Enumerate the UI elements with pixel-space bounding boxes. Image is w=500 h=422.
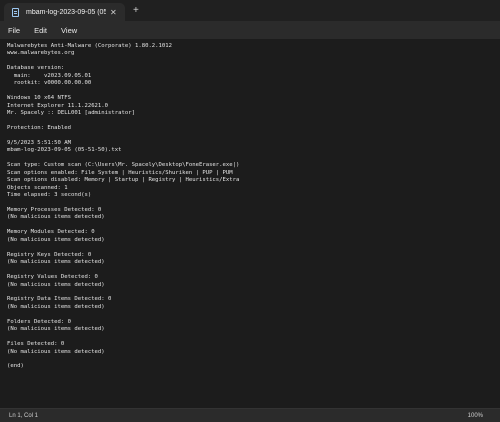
document-line: Memory Modules Detected: 0 [7, 229, 95, 236]
zoom-level[interactable]: 100% [468, 413, 483, 419]
document-line: Mr. Spacely :: DELL001 [administrator] [7, 110, 135, 117]
close-tab-icon[interactable]: ✕ [110, 8, 117, 17]
document-line: www.malwarebytes.org [7, 50, 75, 57]
document-line: Internet Explorer 11.1.22621.0 [7, 102, 109, 109]
document-line: Files Detected: 0 [7, 341, 65, 348]
title-bar: mbam-log-2023-09-05 (05-51- ✕ + [0, 0, 500, 21]
document-line: (No malicious items detected) [7, 348, 105, 355]
new-tab-button[interactable]: + [133, 5, 139, 16]
document-line: Protection: Enabled [7, 124, 71, 131]
document-line: (No malicious items detected) [7, 303, 105, 310]
notepad-icon [12, 7, 19, 17]
document-line: (No malicious items detected) [7, 236, 105, 243]
document-line: Time elapsed: 3 second(s) [7, 192, 92, 199]
document-line: Scan options disabled: Memory | Startup … [7, 177, 240, 184]
text-editor[interactable]: Malwarebytes Anti-Malware (Corporate) 1.… [0, 39, 500, 408]
document-line: Scan options enabled: File System | Heur… [7, 169, 233, 176]
document-line: main: v2023.09.05.01 [7, 72, 92, 79]
document-line: Folders Detected: 0 [7, 318, 71, 325]
document-line: (No malicious items detected) [7, 214, 105, 221]
menu-bar: File Edit View [0, 21, 500, 39]
cursor-position: Ln 1, Col 1 [9, 412, 39, 419]
document-line: Windows 10 x64 NTFS [7, 95, 71, 102]
document-line: rootkit: v0000.00.00.00 [7, 80, 92, 87]
status-bar: Ln 1, Col 1 100% [0, 408, 500, 422]
menu-view[interactable]: View [58, 26, 80, 35]
document-line: (No malicious items detected) [7, 259, 105, 266]
document-line: (No malicious items detected) [7, 326, 105, 333]
document-line: Scan type: Custom scan (C:\Users\Mr. Spa… [7, 162, 240, 169]
document-line: 9/5/2023 5:51:50 AM [7, 139, 71, 146]
document-line: Memory Processes Detected: 0 [7, 206, 102, 213]
document-line: Database version: [7, 65, 65, 72]
document-tab[interactable]: mbam-log-2023-09-05 (05-51- ✕ [4, 3, 125, 21]
document-line: mbam-log-2023-09-05 (05-51-50).txt [7, 147, 122, 154]
tab-title: mbam-log-2023-09-05 (05-51- [26, 8, 106, 16]
document-line: Malwarebytes Anti-Malware (Corporate) 1.… [7, 43, 173, 49]
menu-file[interactable]: File [5, 26, 23, 35]
document-line: (end) [7, 363, 24, 370]
document-line: Registry Values Detected: 0 [7, 274, 98, 281]
document-line: (No malicious items detected) [7, 281, 105, 288]
document-line: Registry Data Items Detected: 0 [7, 296, 112, 303]
document-line: Objects scanned: 1 [7, 184, 68, 191]
document-line: Registry Keys Detected: 0 [7, 251, 92, 258]
document-text[interactable]: Malwarebytes Anti-Malware (Corporate) 1.… [0, 39, 500, 371]
menu-edit[interactable]: Edit [31, 26, 50, 35]
